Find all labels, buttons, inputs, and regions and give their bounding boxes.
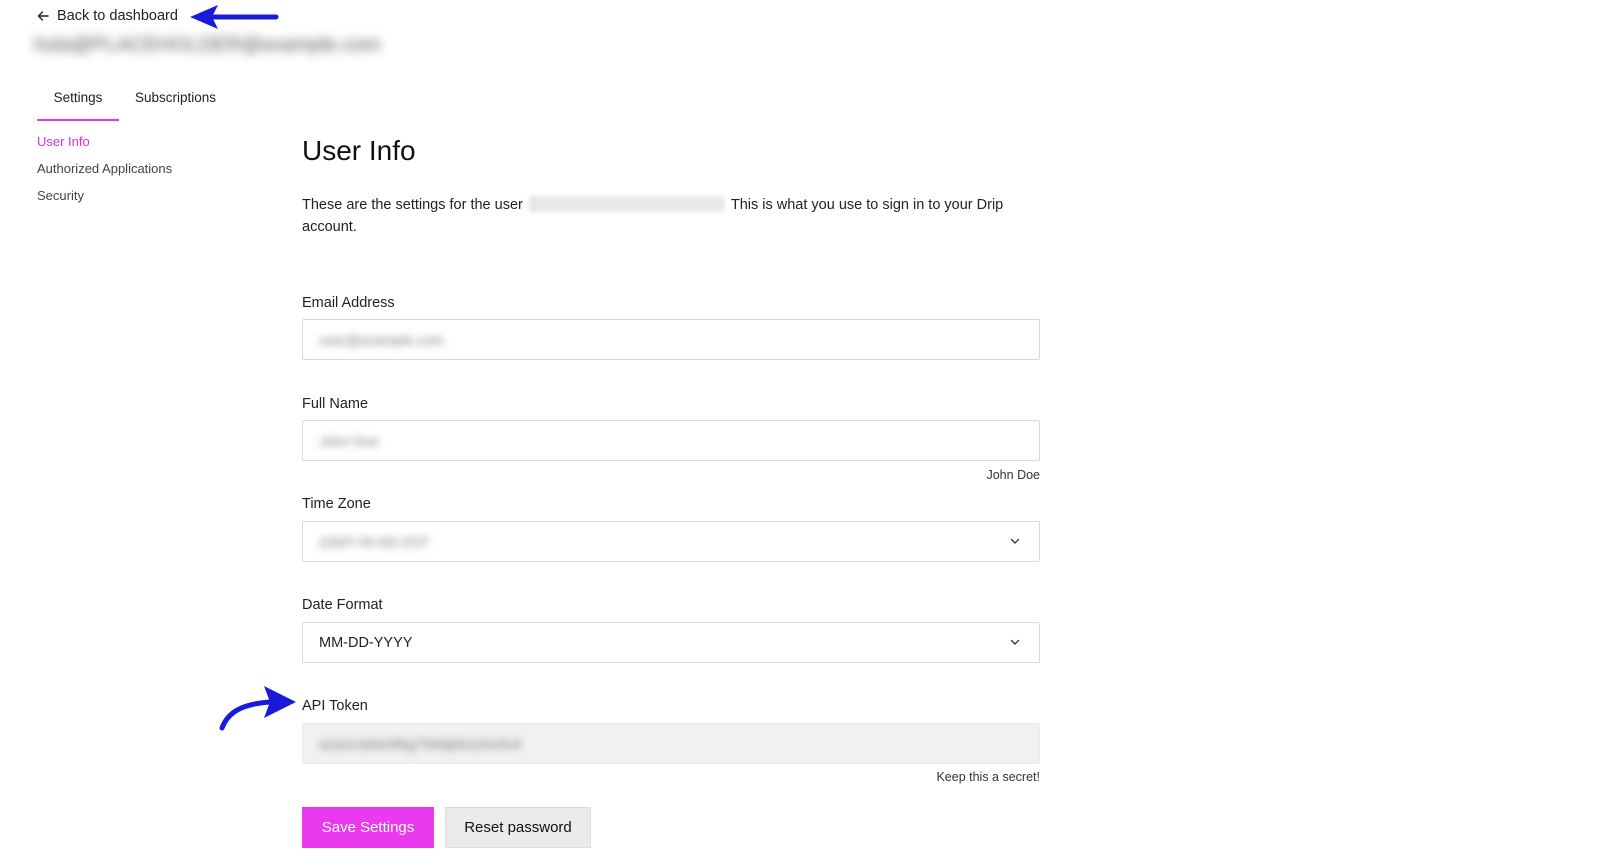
tab-settings[interactable]: Settings xyxy=(37,86,119,121)
full-name-hint: John Doe xyxy=(986,468,1040,482)
back-to-dashboard-link[interactable]: Back to dashboard xyxy=(37,8,178,24)
email-field[interactable]: user@example.com xyxy=(302,319,1040,360)
tab-subscriptions[interactable]: Subscriptions xyxy=(119,86,232,121)
api-token-label: API Token xyxy=(302,698,368,714)
redacted-email xyxy=(528,196,725,212)
email-value: user@example.com xyxy=(319,331,444,348)
time-zone-label: Time Zone xyxy=(302,496,371,512)
time-zone-select[interactable]: (GMT-05:00) EST xyxy=(302,521,1040,562)
tab-bar: Settings Subscriptions xyxy=(37,86,232,121)
page-title: User Info xyxy=(302,135,416,166)
reset-password-button[interactable]: Reset password xyxy=(445,807,591,848)
full-name-value: John Doe xyxy=(319,432,379,449)
api-token-hint: Keep this a secret! xyxy=(936,770,1040,784)
annotation-curved-arrow-icon xyxy=(219,686,296,731)
full-name-field[interactable]: John Doe xyxy=(302,420,1040,461)
api-token-field[interactable]: a1b2c3d4e5f6g7h8i9j0k1l2m3n4 xyxy=(302,723,1040,764)
back-to-dashboard-label: Back to dashboard xyxy=(57,8,178,24)
email-label: Email Address xyxy=(302,295,395,311)
sidebar-item-authorized-applications[interactable]: Authorized Applications xyxy=(37,161,172,188)
time-zone-value: (GMT-05:00) EST xyxy=(319,533,430,550)
annotation-arrow-left-icon xyxy=(190,5,279,29)
api-token-value: a1b2c3d4e5f6g7h8i9j0k1l2m3n4 xyxy=(319,735,522,752)
chevron-down-icon xyxy=(1010,538,1020,544)
arrow-left-icon xyxy=(37,11,49,21)
sidebar-item-security[interactable]: Security xyxy=(37,188,172,215)
date-format-label: Date Format xyxy=(302,597,383,613)
chevron-down-icon xyxy=(1010,639,1020,645)
date-format-select[interactable]: MM-DD-YYYY xyxy=(302,622,1040,663)
date-format-value: MM-DD-YYYY xyxy=(319,634,413,651)
description-prefix: These are the settings for the user xyxy=(302,197,523,213)
settings-sidebar: User Info Authorized Applications Securi… xyxy=(37,134,172,215)
full-name-label: Full Name xyxy=(302,396,369,412)
page-description: These are the settings for the user This … xyxy=(302,194,1022,238)
save-settings-button[interactable]: Save Settings xyxy=(302,807,434,848)
sidebar-item-user-info[interactable]: User Info xyxy=(37,134,172,161)
account-email-heading: hola@PLACEHOLDER@example.com xyxy=(34,34,381,56)
